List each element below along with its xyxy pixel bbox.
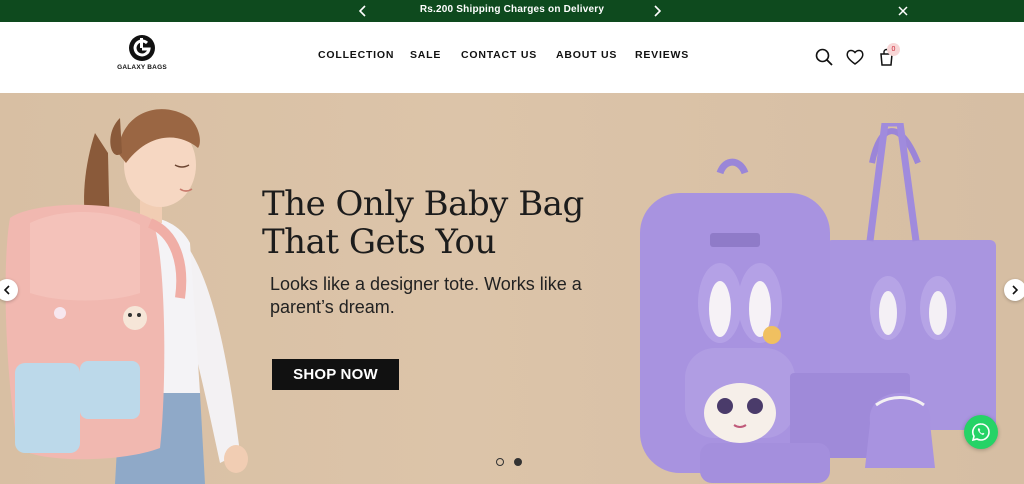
nav-sale[interactable]: SALE (410, 49, 441, 61)
slide-dots (496, 458, 522, 466)
shop-now-button[interactable]: SHOP NOW (272, 359, 399, 390)
chevron-right-icon[interactable] (650, 3, 664, 19)
hero-headline-line-2: That Gets You (262, 222, 496, 262)
announcement-bar: Rs.200 Shipping Charges on Delivery (0, 0, 1024, 22)
hero-subline: Looks like a designer tote. Works like a… (270, 274, 582, 317)
logo-mark-icon (129, 35, 155, 61)
announcement-message: Rs.200 Shipping Charges on Delivery (419, 4, 605, 15)
chevron-left-icon (3, 285, 10, 295)
nav-about-us[interactable]: ABOUT US (556, 49, 617, 61)
close-icon[interactable] (896, 4, 910, 18)
search-icon[interactable] (814, 47, 834, 67)
nav-reviews[interactable]: REVIEWS (635, 49, 689, 61)
hero-headline: The Only Baby Bag That Gets You (262, 185, 622, 261)
nav-collection[interactable]: COLLECTION (318, 49, 394, 61)
logo[interactable]: GALAXY BAGS (112, 34, 172, 82)
nav-contact-us[interactable]: CONTACT US (461, 49, 537, 61)
whatsapp-icon (971, 423, 990, 442)
heart-icon[interactable] (845, 47, 865, 67)
purple-bag-set-image (640, 123, 996, 483)
cart-count-badge: 0 (887, 43, 900, 56)
slide-dot-2[interactable] (514, 458, 522, 466)
hero-banner: The Only Baby Bag That Gets You Looks li… (0, 93, 1024, 484)
slide-dot-1[interactable] (496, 458, 504, 466)
hero-headline-line-1: The Only Baby Bag (262, 184, 584, 224)
girl-with-backpack-image (5, 109, 248, 484)
chevron-right-icon (1012, 285, 1019, 295)
hero-next-arrow[interactable] (1004, 279, 1024, 301)
logo-text: GALAXY BAGS (117, 64, 167, 71)
whatsapp-button[interactable] (964, 415, 998, 449)
site-header: GALAXY BAGS COLLECTION SALE CONTACT US A… (0, 22, 1024, 93)
